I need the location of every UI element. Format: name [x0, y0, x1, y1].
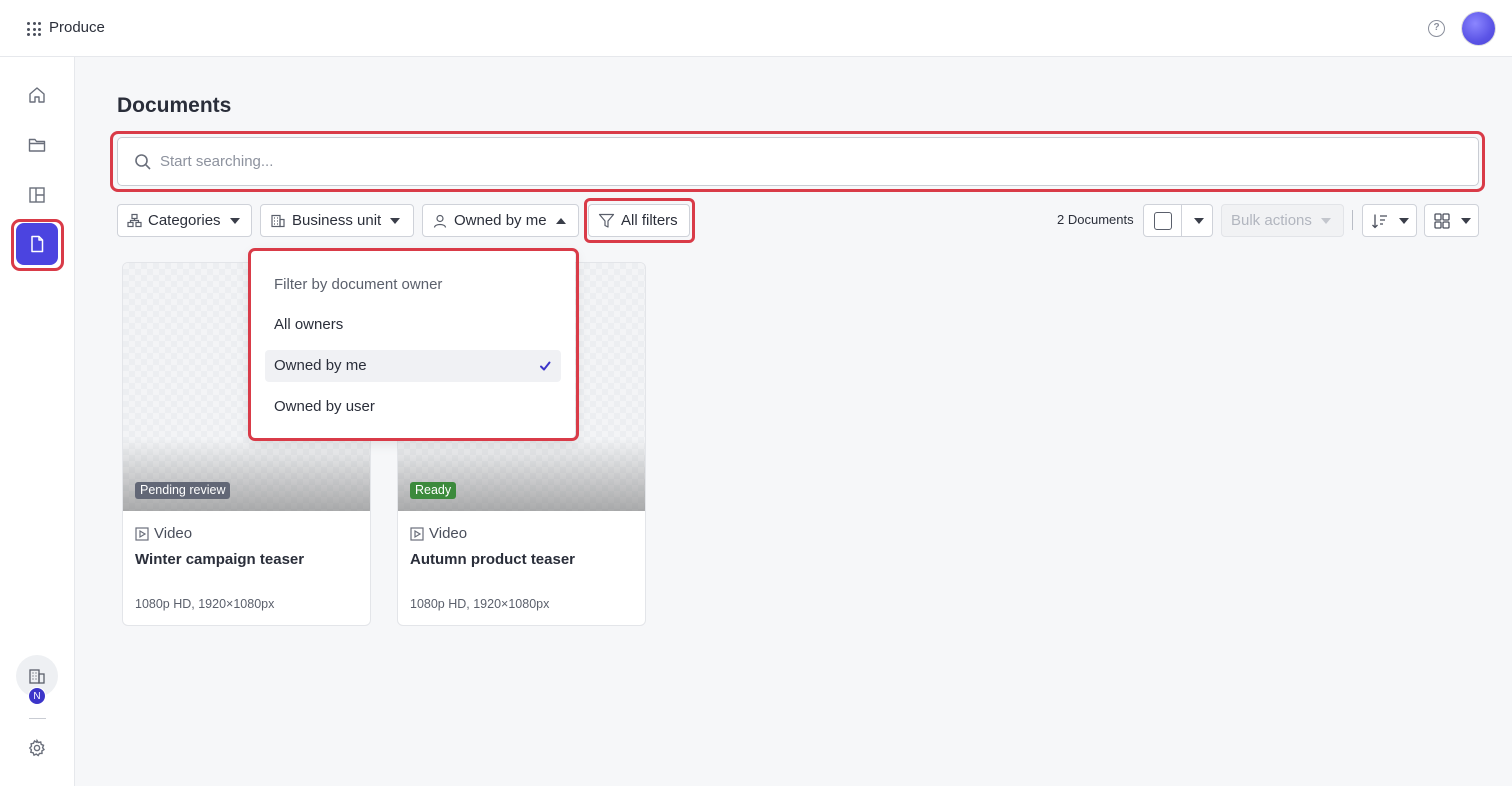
owner-option-owned-by-user[interactable]: Owned by user: [265, 391, 561, 423]
toolbar-divider: [1352, 210, 1353, 230]
top-bar: Produce ?: [0, 0, 1512, 57]
sort-icon: [1372, 214, 1387, 229]
chevron-down-icon: [1461, 218, 1471, 224]
chevron-up-icon: [555, 217, 566, 224]
thumbnail-shade: [123, 439, 370, 511]
categories-filter-label: Categories: [148, 212, 221, 229]
sidebar-item-layouts[interactable]: [16, 174, 58, 216]
building-icon: [29, 669, 45, 684]
select-all-group: [1143, 204, 1213, 237]
categories-filter-button[interactable]: Categories: [117, 204, 252, 237]
select-options-chevron-icon[interactable]: [1194, 218, 1204, 224]
owner-filter-label: Owned by me: [454, 212, 547, 229]
chevron-down-icon: [229, 217, 240, 224]
help-icon[interactable]: ?: [1428, 20, 1445, 37]
grid-view-icon: [1434, 213, 1450, 229]
home-icon: [29, 87, 45, 103]
sidebar-item-documents[interactable]: [16, 223, 58, 265]
owner-filter-dropdown: Filter by document owner All owners Owne…: [251, 251, 575, 438]
settings-button[interactable]: [27, 738, 47, 758]
status-badge: Ready: [410, 482, 457, 499]
checkmark-icon: [540, 361, 551, 371]
owner-option-label: Owned by user: [274, 398, 375, 415]
app-switcher-icon[interactable]: [27, 22, 41, 36]
filter-icon: [598, 213, 615, 228]
user-icon: [433, 214, 447, 228]
owner-option-owned-by-me[interactable]: Owned by me: [265, 350, 561, 382]
app-title: Produce: [49, 19, 105, 36]
owner-filter-button[interactable]: Owned by me: [422, 204, 579, 237]
select-divider: [1181, 205, 1182, 236]
view-mode-button[interactable]: [1424, 204, 1479, 237]
video-icon: [135, 526, 149, 541]
document-title: Autumn product teaser: [410, 551, 576, 568]
owner-option-label: All owners: [274, 316, 344, 333]
bulk-actions-button[interactable]: Bulk actions: [1221, 204, 1344, 237]
page-title: Documents: [117, 94, 232, 117]
chevron-down-icon: [1399, 218, 1409, 224]
document-type-label: Video: [154, 525, 193, 542]
chevron-down-icon: [1321, 218, 1331, 224]
all-filters-button[interactable]: All filters: [588, 204, 690, 237]
document-type-label: Video: [429, 525, 468, 542]
sidebar: N: [0, 57, 75, 786]
sidebar-divider: [29, 718, 46, 719]
org-badge: N: [28, 687, 46, 705]
chevron-down-icon: [390, 217, 401, 224]
gear-icon: [28, 738, 45, 757]
dropdown-header: Filter by document owner: [274, 276, 443, 293]
hierarchy-icon: [127, 213, 142, 228]
business-unit-filter-button[interactable]: Business unit: [260, 204, 414, 237]
building-icon: [271, 214, 285, 227]
bulk-actions-label: Bulk actions: [1231, 212, 1312, 229]
business-unit-filter-label: Business unit: [292, 212, 382, 229]
search-input[interactable]: [160, 138, 1460, 185]
document-title: Winter campaign teaser: [135, 551, 305, 568]
all-filters-label: All filters: [621, 212, 678, 229]
thumbnail-shade: [398, 439, 645, 511]
document-icon: [31, 235, 44, 253]
owner-option-all-owners[interactable]: All owners: [265, 309, 561, 341]
status-badge: Pending review: [135, 482, 231, 499]
sidebar-item-folders[interactable]: [16, 124, 58, 166]
avatar[interactable]: [1462, 12, 1495, 45]
document-type: Video: [410, 525, 467, 542]
sort-button[interactable]: [1362, 204, 1417, 237]
select-all-checkbox[interactable]: [1154, 212, 1172, 230]
document-meta: 1080p HD, 1920×1080px: [410, 597, 550, 611]
folder-icon: [28, 138, 46, 152]
search-icon: [135, 154, 151, 170]
search-box: [117, 137, 1479, 186]
sidebar-item-home[interactable]: [16, 74, 58, 116]
document-type: Video: [135, 525, 192, 542]
layout-icon: [29, 187, 45, 203]
video-icon: [410, 526, 424, 541]
owner-option-label: Owned by me: [274, 357, 367, 374]
document-meta: 1080p HD, 1920×1080px: [135, 597, 275, 611]
document-count: 2 Documents: [1057, 212, 1134, 227]
